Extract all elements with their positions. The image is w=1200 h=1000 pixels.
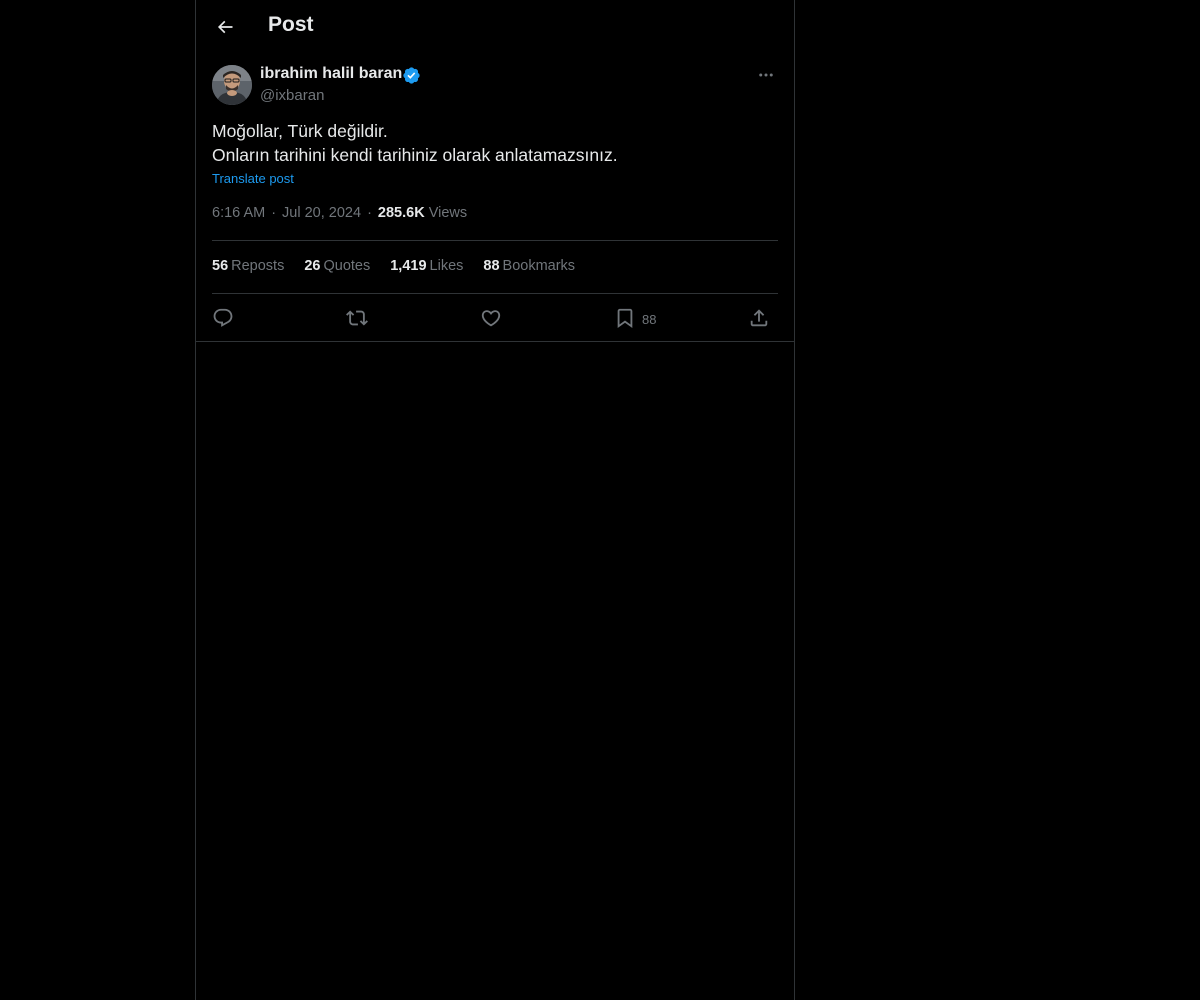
- post-time[interactable]: 6:16 AM: [212, 205, 265, 221]
- repost-icon: [346, 310, 368, 326]
- avatar[interactable]: [212, 65, 252, 105]
- reply-button[interactable]: [212, 303, 234, 333]
- reply-icon: [213, 308, 233, 327]
- post-meta: 6:16 AM · Jul 20, 2024 · 285.6K Views: [212, 205, 467, 221]
- post-text: Moğollar, Türk değildir. Onların tarihin…: [212, 119, 778, 167]
- repost-button[interactable]: [346, 303, 368, 333]
- stat-label: Reposts: [231, 258, 285, 274]
- post-date[interactable]: Jul 20, 2024: [282, 205, 361, 221]
- share-icon: [750, 309, 768, 327]
- translate-post-link[interactable]: Translate post: [212, 171, 294, 186]
- stat-count: 1,419: [390, 258, 427, 274]
- views-label: Views: [428, 205, 468, 221]
- post-bottom-border: [196, 341, 794, 342]
- like-button[interactable]: [480, 303, 502, 333]
- stat-label: Quotes: [323, 258, 371, 274]
- stat-count: 56: [212, 258, 229, 274]
- author-display-name[interactable]: ibrahim halil baran: [260, 65, 402, 83]
- stat-count: 88: [483, 258, 500, 274]
- back-button[interactable]: [208, 10, 242, 44]
- post-actions: 88: [212, 303, 778, 333]
- meta-separator: ·: [367, 205, 372, 221]
- stat-reposts[interactable]: 56 Reposts: [212, 258, 284, 274]
- stat-likes[interactable]: 1,419 Likes: [390, 258, 463, 274]
- views-count: 285.6K: [377, 205, 425, 221]
- post-stats: 56 Reposts 26 Quotes 1,419 Likes 88 Bookmark…: [212, 258, 595, 274]
- divider: [212, 293, 778, 294]
- post-text-line: Onların tarihini kendi tarihiniz olarak …: [212, 145, 618, 165]
- arrow-left-icon: [217, 20, 233, 34]
- meta-separator: ·: [271, 205, 277, 221]
- stat-quotes[interactable]: 26 Quotes: [304, 258, 370, 274]
- post-author: ibrahim halil baran @ixbaran: [212, 63, 778, 109]
- page-title: Post: [268, 13, 314, 36]
- more-options-button[interactable]: [754, 63, 778, 87]
- main-column: Post ibrahim halil baran @ixbaran Moğoll…: [195, 0, 795, 1000]
- bookmark-count: 88: [642, 312, 657, 327]
- bookmark-icon: [617, 308, 633, 329]
- bookmark-button[interactable]: 88: [614, 303, 656, 333]
- more-horizontal-icon: [759, 73, 773, 77]
- top-bar: Post: [196, 0, 794, 53]
- stat-bookmarks[interactable]: 88 Bookmarks: [483, 258, 575, 274]
- author-handle[interactable]: @ixbaran: [260, 87, 324, 104]
- divider: [212, 240, 778, 241]
- share-button[interactable]: [748, 303, 770, 333]
- heart-icon: [481, 310, 501, 327]
- verified-badge-icon: [403, 67, 420, 84]
- stat-label: Likes: [429, 258, 464, 274]
- stat-count: 26: [304, 258, 321, 274]
- post-text-line: Moğollar, Türk değildir.: [212, 121, 388, 141]
- stat-label: Bookmarks: [502, 258, 576, 274]
